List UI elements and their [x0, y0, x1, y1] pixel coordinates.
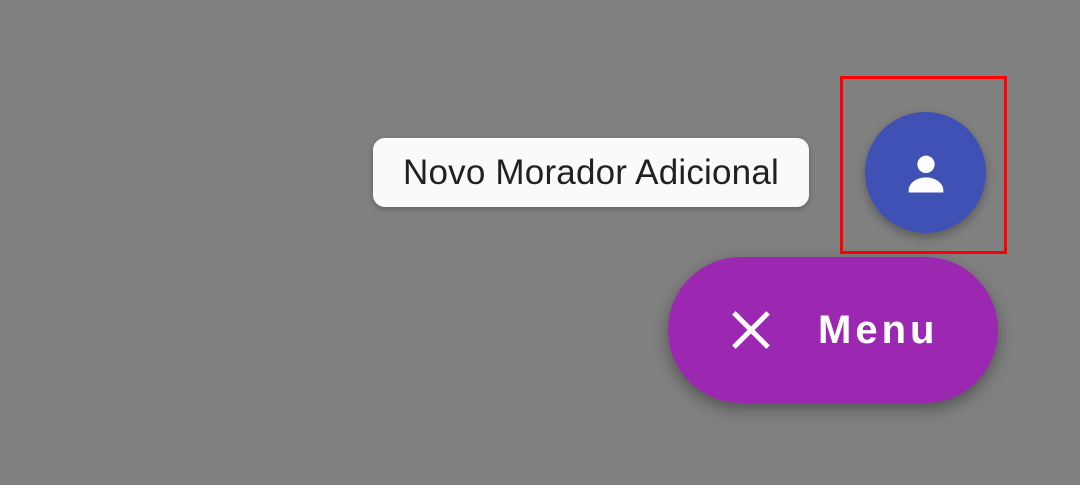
add-resident-button[interactable] — [865, 112, 986, 233]
close-icon — [728, 307, 774, 353]
menu-fab-button[interactable]: Menu — [668, 257, 998, 403]
menu-fab-label: Menu — [818, 307, 939, 352]
person-icon — [908, 155, 943, 192]
speed-dial-action-label[interactable]: Novo Morador Adicional — [373, 138, 809, 207]
